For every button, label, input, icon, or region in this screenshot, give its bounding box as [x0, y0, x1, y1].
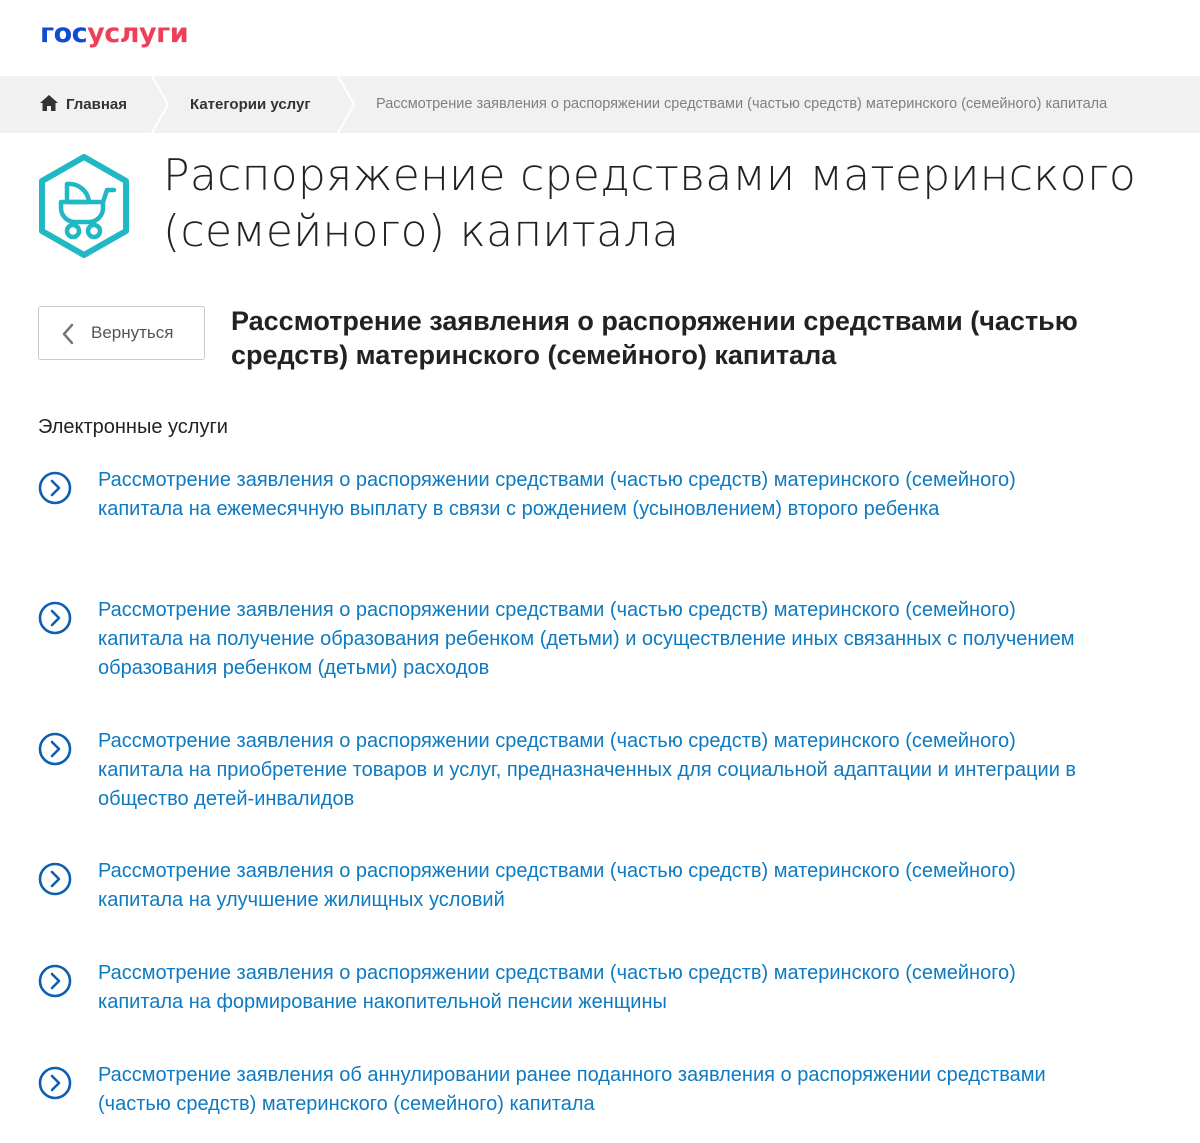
page-title: Распоряжение средствами материнского (се… — [163, 150, 1137, 257]
section-label-electronic-services: Электронные услуги — [38, 416, 228, 438]
chevron-right-circle-icon — [38, 964, 72, 998]
service-link-label: Рассмотрение заявления об аннулировании … — [98, 1064, 1046, 1115]
breadcrumb-home[interactable]: Главная — [40, 76, 127, 133]
gosuslugi-logo[interactable]: госуслуги — [40, 18, 189, 50]
breadcrumb: Главная Категории услуг Рассмотрение зая… — [0, 76, 1200, 133]
chevron-left-icon — [62, 323, 74, 345]
chevron-right-circle-icon — [38, 601, 72, 635]
breadcrumb-home-label: Главная — [66, 96, 128, 113]
breadcrumb-separator — [151, 76, 170, 133]
chevron-right-circle-icon — [38, 1066, 72, 1100]
service-link-label: Рассмотрение заявления о распоряжении ср… — [98, 469, 1016, 520]
breadcrumb-current: Рассмотрение заявления о распоряжении ср… — [376, 96, 1108, 112]
site-header: госуслуги — [0, 0, 1200, 76]
service-link-label: Рассмотрение заявления о распоряжении ср… — [98, 599, 1075, 679]
service-link[interactable]: Рассмотрение заявления о распоряжении ср… — [38, 466, 1138, 554]
service-link-label: Рассмотрение заявления о распоряжении ср… — [98, 860, 1016, 911]
service-link[interactable]: Рассмотрение заявления о распоряжении ср… — [38, 857, 1138, 917]
chevron-right-circle-icon — [38, 471, 72, 505]
home-icon — [40, 95, 58, 111]
service-link-label: Рассмотрение заявления о распоряжении ср… — [98, 962, 1016, 1013]
breadcrumb-categories[interactable]: Категории услуг — [190, 76, 311, 133]
service-link-label: Рассмотрение заявления о распоряжении ср… — [98, 730, 1077, 810]
chevron-right-circle-icon — [38, 732, 72, 766]
service-heading: Рассмотрение заявления о распоряжении ср… — [231, 306, 1078, 370]
chevron-right-circle-icon — [38, 862, 72, 896]
breadcrumb-separator — [337, 76, 356, 133]
service-link[interactable]: Рассмотрение заявления о распоряжении ср… — [38, 959, 1138, 1019]
service-link[interactable]: Рассмотрение заявления об аннулировании … — [38, 1061, 1138, 1121]
back-button-label: Вернуться — [91, 323, 174, 342]
logo-part-uslugi: услуги — [87, 18, 189, 49]
service-link[interactable]: Рассмотрение заявления о распоряжении ср… — [38, 727, 1138, 815]
back-button[interactable]: Вернуться — [38, 306, 205, 360]
service-link[interactable]: Рассмотрение заявления о распоряжении ср… — [38, 596, 1138, 684]
logo-part-gos: гос — [40, 18, 88, 49]
baby-stroller-icon — [39, 154, 129, 258]
